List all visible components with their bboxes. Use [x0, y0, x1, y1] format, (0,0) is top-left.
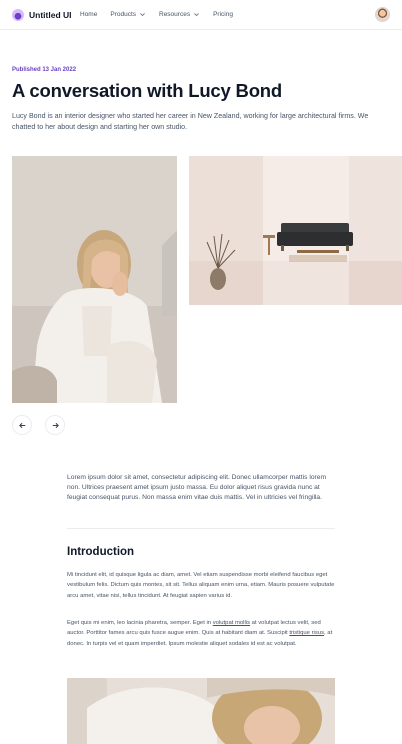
portrait-illustration	[12, 156, 177, 403]
page-title: A conversation with Lucy Bond	[12, 80, 283, 101]
text-span: Eget quis mi enim, leo lacinia pharetra,…	[67, 620, 213, 626]
article-image	[67, 678, 335, 744]
arrow-right-icon	[52, 422, 59, 428]
nav-link-pricing[interactable]: Pricing	[213, 11, 233, 18]
interior-image	[189, 156, 402, 305]
body-paragraph-1: Mi tincidunt elit, id quisque ligula ac …	[67, 572, 335, 599]
arrow-left-icon	[18, 422, 25, 428]
inline-link[interactable]: tristique risus	[289, 630, 324, 636]
top-nav: Untitled UI Home Products Resources Pric…	[0, 0, 402, 30]
user-avatar[interactable]	[375, 7, 390, 22]
nav-link-resources[interactable]: Resources	[159, 11, 200, 18]
next-image-button[interactable]	[45, 415, 65, 435]
chevron-down-icon	[140, 13, 145, 17]
nav-link-home[interactable]: Home	[80, 11, 97, 18]
nav-link-label: Products	[110, 11, 136, 18]
nav-link-products[interactable]: Products	[110, 11, 146, 18]
prev-image-button[interactable]	[12, 415, 32, 435]
nav-link-label: Pricing	[213, 11, 233, 18]
brand-logo[interactable]: Untitled UI	[12, 9, 72, 21]
portrait-image	[12, 156, 177, 403]
article-lede: Lucy Bond is an interior designer who st…	[12, 112, 369, 131]
nav-link-label: Home	[80, 11, 98, 18]
published-date: Published 13 Jan 2022	[12, 67, 77, 73]
intro-paragraph: Lorem ipsum dolor sit amet, consectetur …	[67, 474, 327, 501]
section-heading: Introduction	[67, 546, 135, 558]
nav-link-label: Resources	[159, 11, 191, 18]
chevron-down-icon	[194, 13, 199, 17]
inline-link[interactable]: volutpat mollis	[213, 620, 250, 626]
logo-icon	[12, 9, 24, 21]
nav-links: Home Products Resources Pricing	[80, 11, 233, 18]
bottom-illustration	[67, 678, 335, 744]
body-paragraph-2: Eget quis mi enim, leo lacinia pharetra,…	[67, 618, 337, 649]
divider	[67, 528, 335, 529]
interior-illustration	[189, 156, 402, 305]
brand-name: Untitled UI	[29, 10, 72, 20]
